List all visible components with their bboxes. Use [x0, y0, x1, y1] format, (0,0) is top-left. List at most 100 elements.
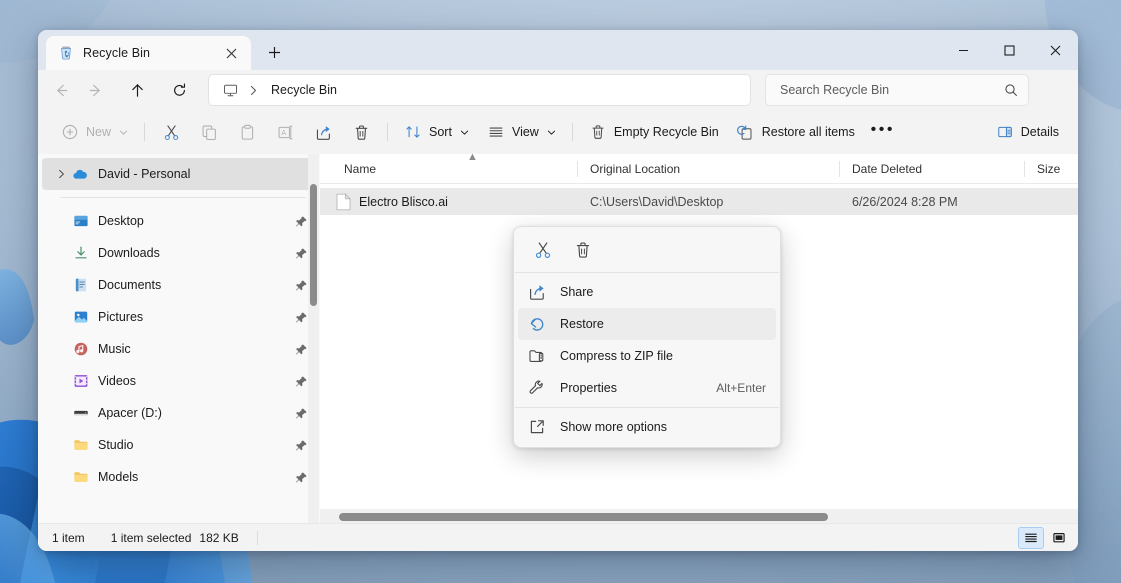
sort-button[interactable]: Sort: [395, 116, 478, 148]
close-tab-icon[interactable]: [219, 41, 243, 65]
paste-button[interactable]: [228, 116, 266, 148]
details-pane-button[interactable]: Details: [987, 116, 1068, 148]
table-row[interactable]: Electro Blisco.ai C:\Users\David\Desktop…: [320, 188, 1078, 215]
sidebar-item-onedrive[interactable]: David - Personal: [42, 158, 316, 190]
context-menu-item-show-more-options[interactable]: Show more options: [518, 411, 776, 443]
breadcrumb-separator: [246, 85, 261, 96]
context-delete-button[interactable]: [564, 234, 602, 266]
new-button[interactable]: New: [52, 116, 137, 148]
forward-button[interactable]: [78, 74, 112, 106]
details-label: Details: [1020, 125, 1059, 139]
more-options-icon: [526, 418, 548, 436]
sidebar-scrollbar-thumb[interactable]: [310, 184, 317, 306]
context-menu-item-label: Compress to ZIP file: [560, 349, 674, 363]
this-pc-monitor-icon[interactable]: [219, 83, 242, 98]
context-menu-item-restore[interactable]: Restore: [518, 308, 776, 340]
sidebar-item-label: Videos: [98, 374, 136, 388]
documents-icon: [72, 277, 89, 294]
sidebar-item-studio[interactable]: Studio: [42, 429, 316, 461]
status-bar: 1 item 1 item selected 182 KB: [38, 523, 1078, 551]
rename-button[interactable]: A: [266, 116, 304, 148]
cut-button[interactable]: [152, 116, 190, 148]
folder-icon: [72, 469, 89, 486]
maximize-button[interactable]: [986, 30, 1032, 70]
close-window-button[interactable]: [1032, 30, 1078, 70]
generic-file-icon: [336, 192, 351, 210]
share-button[interactable]: [304, 116, 342, 148]
pin-icon[interactable]: [294, 438, 308, 452]
share-icon: [526, 283, 548, 301]
music-icon: [72, 341, 89, 358]
sidebar-item-documents[interactable]: Documents: [42, 269, 316, 301]
tab-recycle-bin[interactable]: Recycle Bin: [46, 36, 251, 70]
delete-button[interactable]: [342, 116, 380, 148]
sidebar-item-downloads[interactable]: Downloads: [42, 237, 316, 269]
horizontal-scrollbar-track[interactable]: [320, 509, 1078, 523]
sort-icon: [404, 123, 422, 141]
sidebar-item-pictures[interactable]: Pictures: [42, 301, 316, 333]
column-header-size[interactable]: Size: [1025, 154, 1078, 184]
downloads-icon: [72, 245, 89, 262]
context-menu-item-share[interactable]: Share: [518, 276, 776, 308]
file-name-cell[interactable]: Electro Blisco.ai: [320, 192, 578, 211]
sidebar-divider: [60, 197, 306, 198]
context-menu-item-compress-to-zip[interactable]: Compress to ZIP file: [518, 340, 776, 372]
context-menu-item-label: Share: [560, 285, 594, 299]
sidebar-item-label: David - Personal: [98, 167, 191, 181]
rename-icon: A: [276, 123, 294, 141]
search-input[interactable]: [780, 83, 1004, 97]
pin-icon[interactable]: [294, 278, 308, 292]
status-item-count: 1 item: [52, 530, 85, 545]
sidebar-item-videos[interactable]: Videos: [42, 365, 316, 397]
context-cut-button[interactable]: [524, 234, 562, 266]
pin-icon[interactable]: [294, 406, 308, 420]
zip-icon: [526, 347, 548, 365]
column-header-original-location[interactable]: Original Location: [578, 154, 840, 184]
large-icons-view-toggle[interactable]: [1046, 527, 1072, 549]
minimize-button[interactable]: [940, 30, 986, 70]
chevron-down-icon: [119, 128, 128, 137]
details-view-toggle[interactable]: [1018, 526, 1044, 549]
empty-recycle-bin-icon: [589, 123, 607, 141]
tab-title: Recycle Bin: [83, 46, 151, 60]
address-bar[interactable]: Recycle Bin: [208, 74, 751, 106]
up-button[interactable]: [120, 74, 154, 106]
search-box[interactable]: [765, 74, 1029, 106]
pin-icon[interactable]: [294, 310, 308, 324]
horizontal-scrollbar-thumb[interactable]: [339, 513, 828, 521]
breadcrumb-current[interactable]: Recycle Bin: [265, 83, 343, 97]
back-button[interactable]: [44, 74, 78, 106]
sidebar-item-music[interactable]: Music: [42, 333, 316, 365]
restore-all-items-button[interactable]: Restore all items: [728, 116, 864, 148]
view-button[interactable]: View: [478, 116, 565, 148]
context-menu-item-properties[interactable]: Properties Alt+Enter: [518, 372, 776, 404]
refresh-button[interactable]: [162, 74, 196, 106]
new-tab-button[interactable]: [259, 37, 289, 67]
details-view-icon: [1025, 533, 1037, 542]
sidebar-item-label: Pictures: [98, 310, 144, 324]
delete-icon: [576, 242, 590, 258]
pin-icon[interactable]: [294, 374, 308, 388]
copy-icon: [200, 123, 218, 141]
drive-icon: [72, 405, 89, 422]
empty-recycle-bin-button[interactable]: Empty Recycle Bin: [580, 116, 728, 148]
sidebar-item-models[interactable]: Models: [42, 461, 316, 493]
sidebar-item-desktop[interactable]: Desktop: [42, 205, 316, 237]
tab-strip: Recycle Bin: [38, 30, 289, 70]
pin-icon[interactable]: [294, 470, 308, 484]
pin-icon[interactable]: [294, 342, 308, 356]
search-icon[interactable]: [1004, 83, 1018, 97]
column-header-date-deleted[interactable]: Date Deleted: [840, 154, 1025, 184]
sidebar-item-apacer-d[interactable]: Apacer (D:): [42, 397, 316, 429]
context-menu-icon-row: [514, 231, 780, 269]
chevron-right-icon[interactable]: [50, 169, 72, 179]
title-bar: Recycle Bin: [38, 30, 1078, 70]
large-icons-view-icon: [1053, 532, 1065, 542]
copy-button[interactable]: [190, 116, 228, 148]
column-header-name[interactable]: Name: [320, 154, 578, 184]
paste-icon: [238, 123, 256, 141]
view-label: View: [511, 125, 539, 139]
pin-icon[interactable]: [294, 246, 308, 260]
pin-icon[interactable]: [294, 214, 308, 228]
see-more-button[interactable]: •••: [864, 116, 902, 148]
